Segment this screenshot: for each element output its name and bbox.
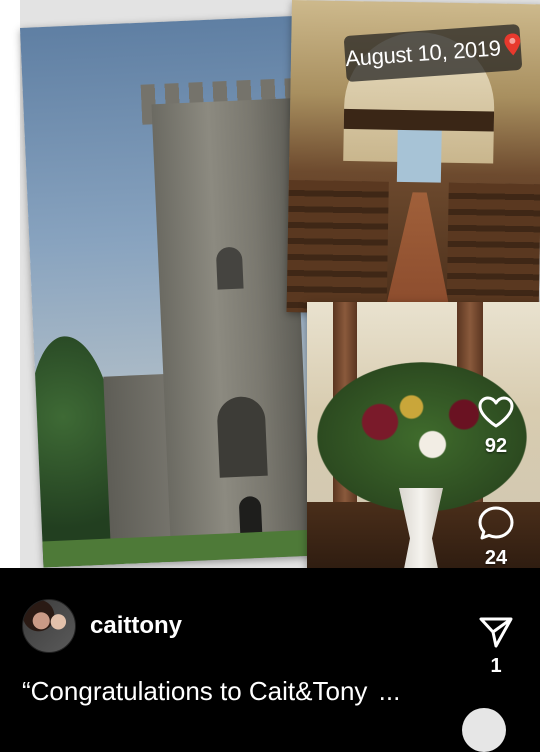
comment-count: 24 [484,547,508,569]
church-tower [151,98,312,564]
like-count: 92 [484,435,508,457]
caption-more[interactable]: ... [379,676,401,706]
pews-right [446,182,540,317]
like-button[interactable]: 92 [452,395,540,458]
post-caption[interactable]: “Congratulations to Cait&Tony ... [22,676,400,707]
story-image[interactable]: August 10, 2019 [0,0,540,568]
map-pin-heart-icon [504,33,522,62]
paper-plane-icon[interactable] [478,615,514,649]
date-label: August 10, 2019 [344,35,502,72]
frame-strip [0,0,20,568]
tower-window-small [215,246,244,290]
pews-left [286,179,389,317]
avatar[interactable] [22,599,76,653]
share-count: 1 [490,655,502,677]
username[interactable]: caittony [90,612,182,640]
share-button[interactable]: 1 [452,615,540,678]
scroll-indicator[interactable] [462,708,506,752]
tower-window-large [216,395,268,478]
comment-button[interactable]: 24 [452,505,540,570]
comment-bubble-icon[interactable] [477,505,515,541]
rood-screen [343,108,495,132]
caption-text: “Congratulations to Cait&Tony [22,676,368,706]
aisle-carpet [382,192,454,317]
heart-outline-icon[interactable] [477,395,515,429]
post-author[interactable]: caittony [22,599,182,653]
